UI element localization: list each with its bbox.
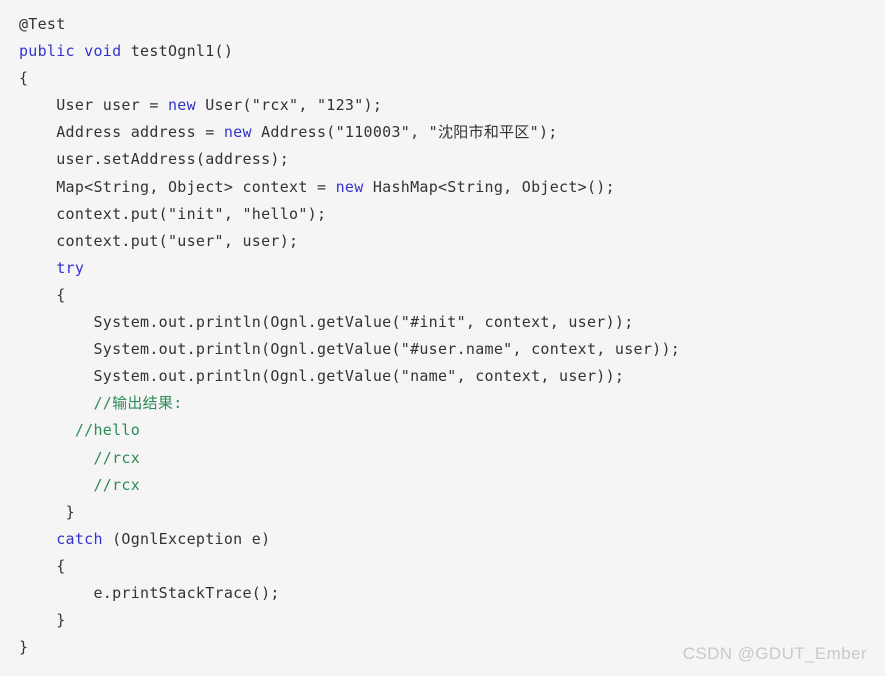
code-line: //rcx <box>0 445 885 472</box>
code-keyword: try <box>56 258 85 277</box>
code-text: Address("110003", "沈阳市和平区"); <box>251 123 558 142</box>
code-keyword: new <box>167 96 196 115</box>
code-line: } <box>0 607 885 634</box>
code-line: //hello <box>0 417 885 444</box>
code-text: context.put("user", user); <box>56 231 299 250</box>
code-line: } <box>0 499 885 526</box>
code-line: System.out.println(Ognl.getValue("#init"… <box>0 309 885 336</box>
code-text: context.put("init", "hello"); <box>56 204 327 223</box>
code-text: Address address = <box>56 123 224 142</box>
code-line: try <box>0 255 885 282</box>
code-comment: //rcx <box>93 475 141 494</box>
code-text: @Test <box>19 15 66 33</box>
code-text: user.setAddress(address); <box>56 150 290 169</box>
code-text: e.printStackTrace(); <box>93 583 280 602</box>
code-line: @Test <box>0 11 885 38</box>
code-text: } <box>56 611 66 630</box>
code-line: public void testOgnl1() <box>0 38 885 65</box>
csdn-watermark: CSDN @GDUT_Ember <box>682 644 867 663</box>
code-text: (OgnlException e) <box>102 529 271 548</box>
code-line: context.put("init", "hello"); <box>0 201 885 228</box>
code-line: e.printStackTrace(); <box>0 580 885 607</box>
code-line: { <box>0 282 885 309</box>
code-keyword: public void <box>19 42 122 61</box>
code-line: Address address = new Address("110003", … <box>0 119 885 146</box>
code-text: { <box>56 285 66 304</box>
code-text: { <box>19 69 29 88</box>
code-line: User user = new User("rcx", "123"); <box>0 92 885 119</box>
code-line: context.put("user", user); <box>0 228 885 255</box>
code-text: } <box>19 638 29 657</box>
code-comment: //rcx <box>93 448 141 467</box>
code-line: { <box>0 65 885 92</box>
code-line: Map<String, Object> context = new HashMa… <box>0 174 885 201</box>
code-text: System.out.println(Ognl.getValue("name",… <box>93 367 625 386</box>
code-line: //输出结果: <box>0 390 885 417</box>
code-comment: //输出结果: <box>93 394 183 413</box>
code-text: System.out.println(Ognl.getValue("#user.… <box>93 340 681 359</box>
code-text: System.out.println(Ognl.getValue("#init"… <box>93 313 634 332</box>
code-text: HashMap<String, Object>(); <box>363 177 615 196</box>
code-line: catch (OgnlException e) <box>0 526 885 553</box>
code-line: user.setAddress(address); <box>0 146 885 173</box>
code-text: User user = <box>56 96 168 115</box>
code-line: { <box>0 553 885 580</box>
code-keyword: new <box>335 177 364 196</box>
code-text: User("rcx", "123"); <box>195 96 383 115</box>
code-keyword: new <box>223 123 252 142</box>
code-text: { <box>56 556 66 575</box>
code-text: Map<String, Object> context = <box>56 177 336 196</box>
code-comment: //hello <box>74 421 141 440</box>
code-line: System.out.println(Ognl.getValue("#user.… <box>0 336 885 363</box>
code-text: testOgnl1() <box>121 42 234 61</box>
code-keyword: catch <box>56 529 103 548</box>
code-block[interactable]: @Test public void testOgnl1() { User user … <box>0 0 885 676</box>
code-text: } <box>65 502 75 521</box>
code-line: System.out.println(Ognl.getValue("name",… <box>0 363 885 390</box>
code-line: //rcx <box>0 472 885 499</box>
